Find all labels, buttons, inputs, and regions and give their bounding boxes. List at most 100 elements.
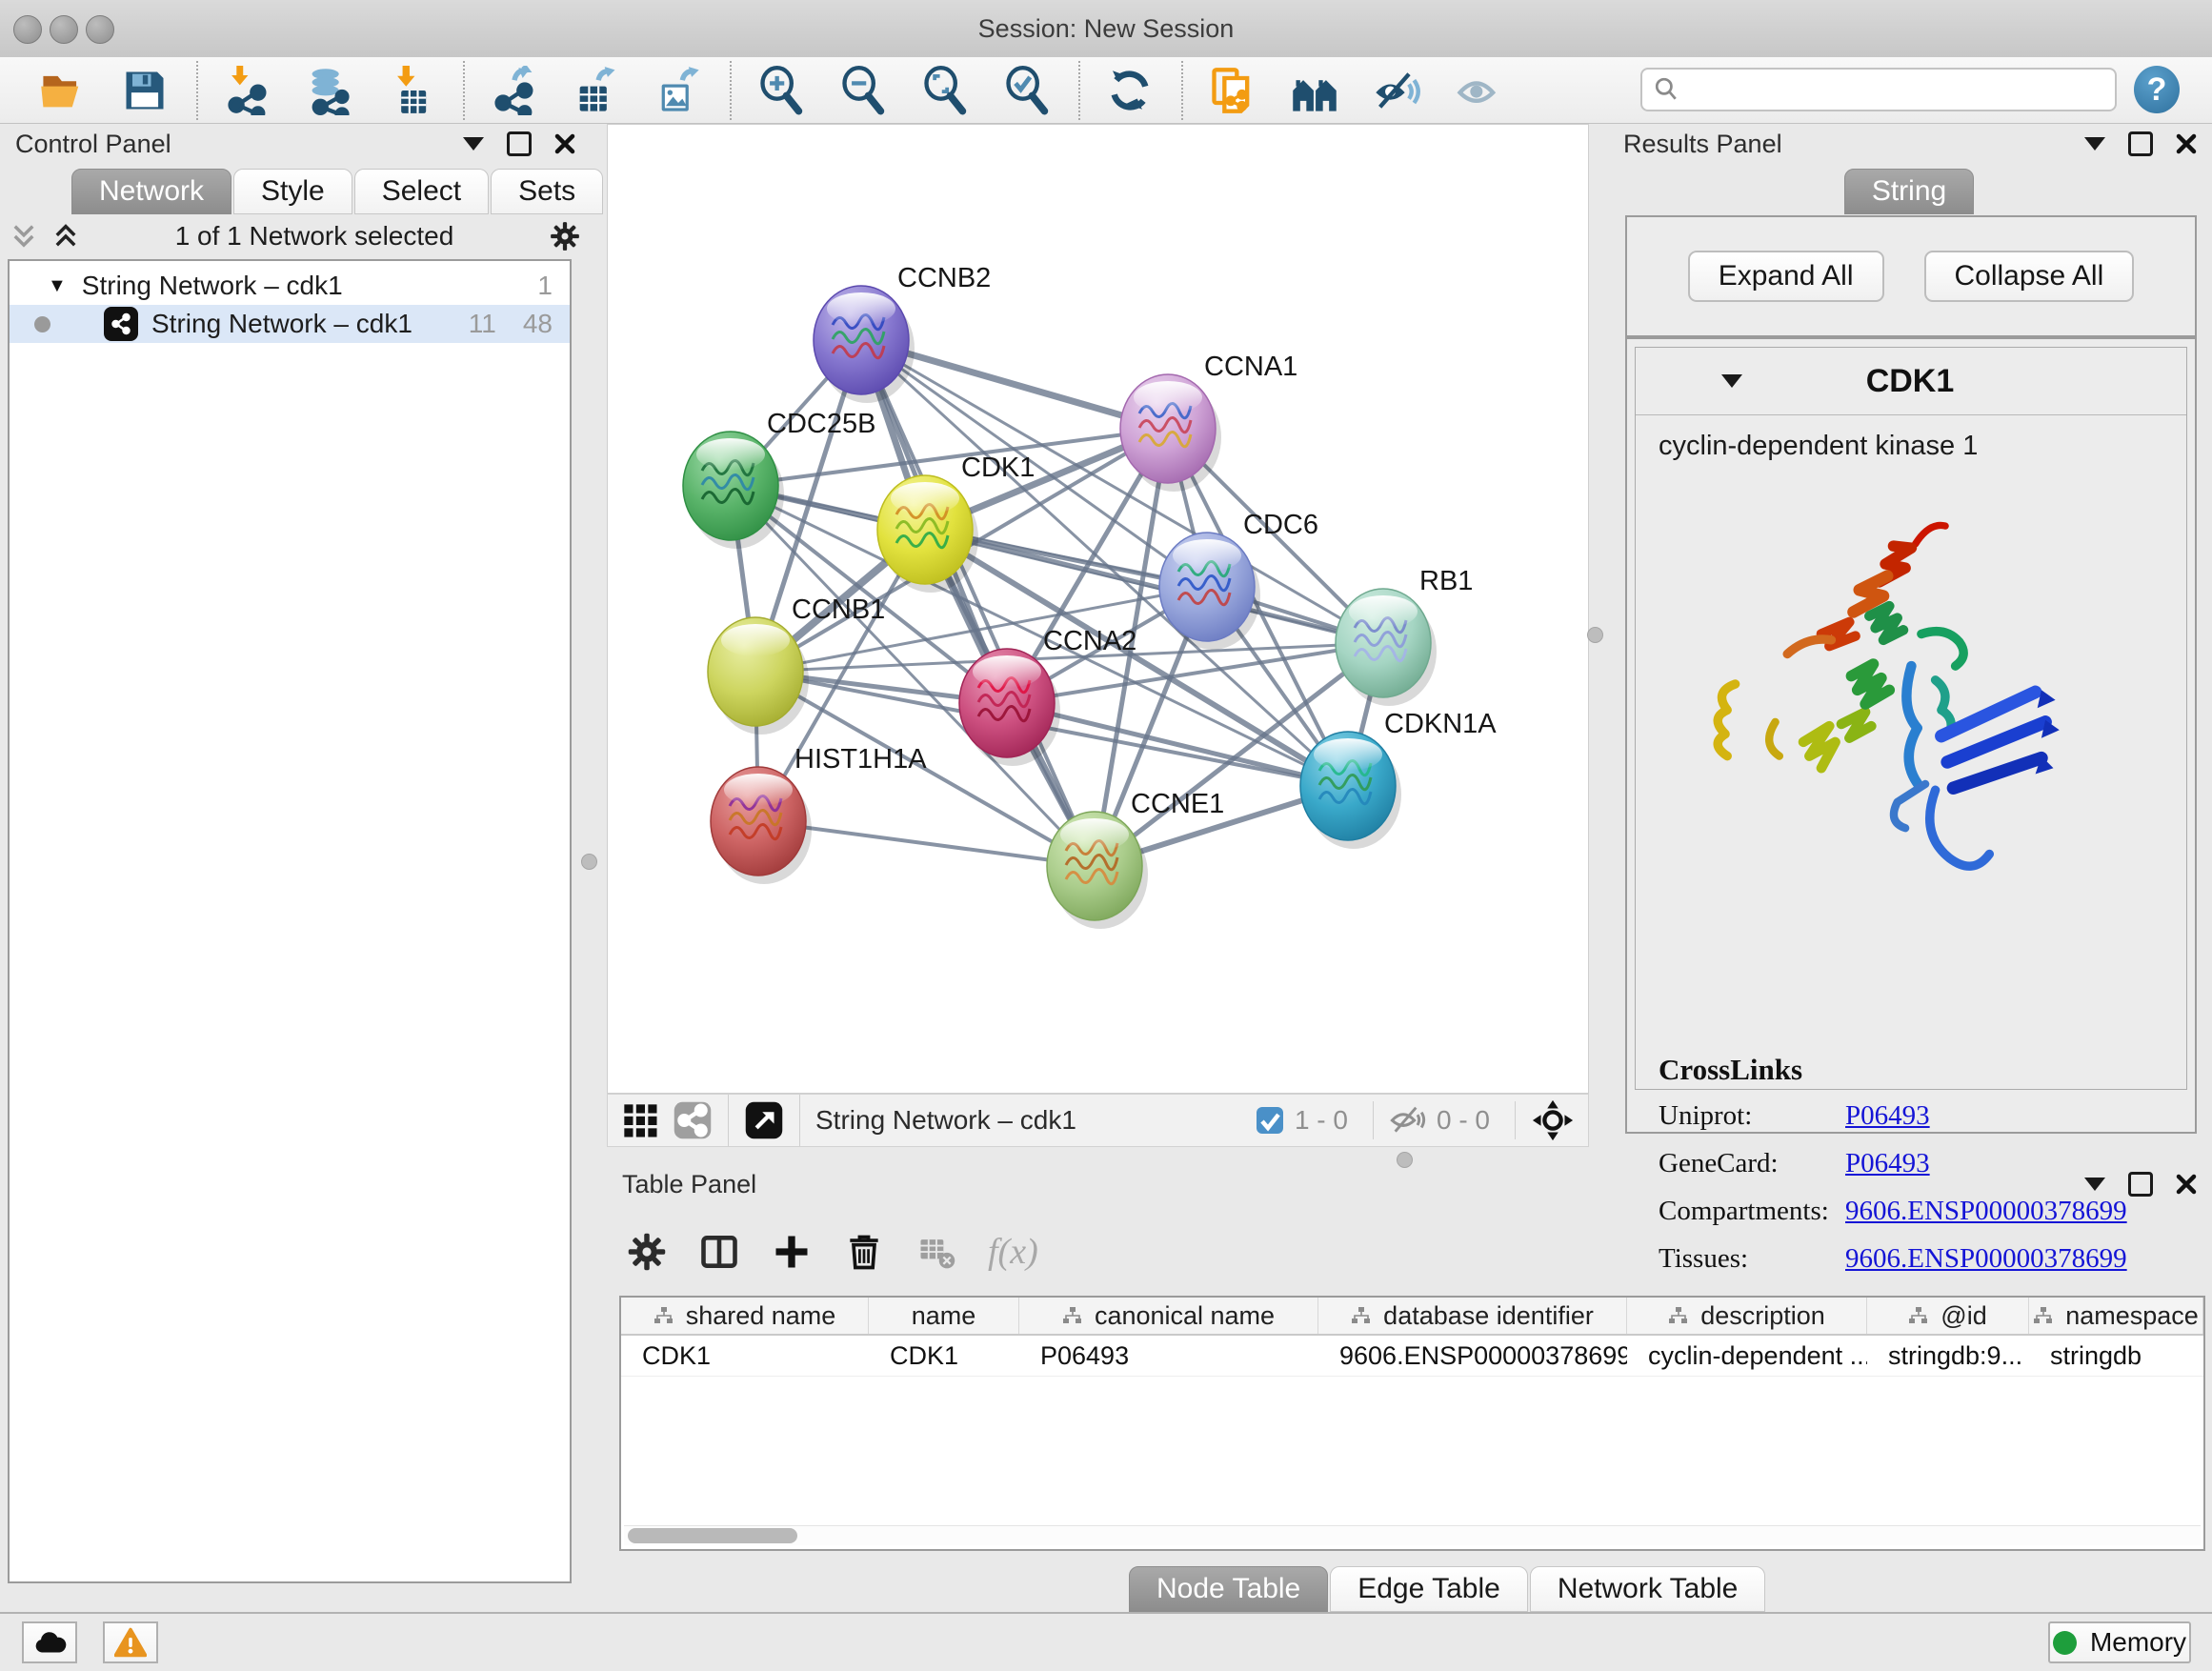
network-node-CCNB1[interactable]: CCNB1 — [708, 594, 885, 735]
table-options-gear-icon[interactable] — [626, 1231, 668, 1273]
zoom-in-icon[interactable] — [756, 66, 806, 115]
collapse-all-button[interactable]: Collapse All — [1924, 251, 2135, 302]
network-tree-root-row[interactable]: ▼ String Network – cdk1 1 — [10, 267, 570, 305]
table-cell[interactable]: stringdb — [2029, 1336, 2203, 1376]
save-session-icon[interactable] — [120, 66, 170, 115]
tab-style[interactable]: Style — [233, 169, 352, 214]
column-header-namespace[interactable]: namespace — [2029, 1298, 2203, 1334]
export-image-icon[interactable] — [654, 66, 703, 115]
import-table-icon[interactable] — [387, 66, 436, 115]
collapse-section-icon[interactable] — [1721, 374, 1742, 388]
cloud-status-button[interactable] — [22, 1621, 77, 1663]
search-input[interactable] — [1688, 74, 2115, 106]
network-tree-row-selected[interactable]: String Network – cdk1 11 48 — [10, 305, 570, 343]
import-network-from-database-icon[interactable] — [305, 66, 354, 115]
delete-table-icon — [915, 1231, 957, 1273]
tab-select[interactable]: Select — [354, 169, 489, 214]
refresh-icon[interactable] — [1105, 66, 1155, 115]
panel-close-icon[interactable] — [2176, 1174, 2197, 1195]
network-options-gear-icon[interactable] — [549, 220, 581, 252]
column-header-canonical-name[interactable]: canonical name — [1019, 1298, 1318, 1334]
search-field[interactable] — [1640, 68, 2117, 111]
hidden-count: 0 - 0 — [1437, 1105, 1490, 1136]
tab-network[interactable]: Network — [71, 169, 231, 214]
column-header-description[interactable]: description — [1627, 1298, 1867, 1334]
network-edge-CCNB2-CCNE1[interactable] — [861, 340, 1095, 866]
tab-edge-table[interactable]: Edge Table — [1330, 1566, 1528, 1612]
delete-column-icon[interactable] — [843, 1231, 885, 1273]
network-node-CDC25B[interactable]: CDC25B — [683, 409, 875, 549]
zoom-fit-icon[interactable] — [920, 66, 970, 115]
open-session-icon[interactable] — [38, 66, 88, 115]
network-node-CDC6[interactable]: CDC6 — [1159, 510, 1318, 650]
detach-view-icon[interactable] — [744, 1100, 784, 1140]
panel-float-icon[interactable] — [463, 137, 484, 151]
collapse-all-icon[interactable] — [10, 222, 38, 251]
scrollbar-thumb[interactable] — [628, 1528, 797, 1543]
show-all-icon[interactable] — [1454, 66, 1503, 115]
string-view-icon[interactable] — [673, 1100, 713, 1140]
panel-float-icon[interactable] — [2084, 1178, 2105, 1191]
table-cell[interactable]: cyclin-dependent ... — [1627, 1336, 1867, 1376]
selected-checkbox-icon[interactable] — [1255, 1105, 1285, 1136]
panel-close-icon[interactable] — [554, 133, 575, 154]
crosslink-link[interactable]: P06493 — [1845, 1100, 1930, 1132]
help-button[interactable]: ? — [2134, 66, 2180, 113]
toolbar-separator — [1078, 61, 1080, 120]
panel-float-icon[interactable] — [2084, 137, 2105, 151]
zoom-selected-icon[interactable] — [1002, 66, 1052, 115]
table-cell[interactable]: stringdb:9... — [1867, 1336, 2029, 1376]
table-horizontal-scrollbar[interactable] — [624, 1525, 2201, 1545]
table-row[interactable]: CDK1CDK1P064939606.ENSP00000378699cyclin… — [621, 1336, 2203, 1377]
panel-close-icon[interactable] — [2176, 133, 2197, 154]
table-cell[interactable]: P06493 — [1019, 1336, 1318, 1376]
create-column-icon[interactable] — [771, 1231, 813, 1273]
column-header-name[interactable]: name — [869, 1298, 1019, 1334]
panel-maximize-icon[interactable] — [507, 131, 532, 156]
network-canvas[interactable]: CCNB2CCNA1CDC25BCDK1CDC6RB1CCNB1CCNA2CDK… — [607, 124, 1589, 1094]
network-node-CDKN1A[interactable]: CDKN1A — [1300, 709, 1497, 849]
column-header-database-identifier[interactable]: database identifier — [1318, 1298, 1627, 1334]
protein-card-header[interactable]: CDK1 — [1636, 348, 2186, 415]
network-selection-summary: 1 of 1 Network selected — [80, 221, 549, 252]
column-header-@id[interactable]: @id — [1867, 1298, 2029, 1334]
tab-node-table[interactable]: Node Table — [1129, 1566, 1328, 1612]
clone-network-icon[interactable] — [1208, 66, 1257, 115]
tab-sets[interactable]: Sets — [491, 169, 603, 214]
panel-maximize-icon[interactable] — [2128, 1172, 2153, 1197]
tree-expander-icon[interactable]: ▼ — [48, 275, 67, 297]
warning-icon — [114, 1627, 147, 1658]
show-columns-icon[interactable] — [698, 1231, 740, 1273]
node-table[interactable]: shared namenamecanonical namedatabase id… — [619, 1296, 2205, 1551]
column-header-shared-name[interactable]: shared name — [621, 1298, 869, 1334]
warning-status-button[interactable] — [103, 1621, 158, 1663]
import-network-icon[interactable] — [223, 66, 272, 115]
export-network-icon[interactable] — [490, 66, 539, 115]
network-node-CCNE1[interactable]: CCNE1 — [1047, 789, 1224, 929]
hide-selected-icon[interactable] — [1372, 66, 1421, 115]
table-cell[interactable]: CDK1 — [621, 1336, 869, 1376]
network-node-CCNB2[interactable]: CCNB2 — [814, 263, 991, 403]
zoom-out-icon[interactable] — [838, 66, 888, 115]
left-splitter-handle[interactable] — [581, 854, 597, 870]
first-neighbors-icon[interactable] — [1290, 66, 1339, 115]
network-node-HIST1H1A[interactable]: HIST1H1A — [711, 744, 927, 884]
table-cell[interactable]: 9606.ENSP00000378699 — [1318, 1336, 1627, 1376]
memory-button[interactable]: Memory — [2048, 1621, 2191, 1663]
table-toolbar: f(x) — [626, 1221, 1038, 1282]
network-node-RB1[interactable]: RB1 — [1336, 566, 1473, 706]
right-splitter-handle[interactable] — [1587, 627, 1603, 643]
tab-network-table[interactable]: Network Table — [1530, 1566, 1766, 1612]
export-table-icon[interactable] — [572, 66, 621, 115]
crosslink-row: Uniprot:P06493 — [1659, 1100, 2127, 1132]
grid-view-icon[interactable] — [621, 1101, 659, 1139]
network-node-CCNA1[interactable]: CCNA1 — [1120, 352, 1297, 492]
tab-string[interactable]: String — [1844, 169, 1974, 214]
expand-all-button[interactable]: Expand All — [1688, 251, 1884, 302]
expand-all-icon[interactable] — [51, 222, 80, 251]
network-column-icon — [2033, 1306, 2054, 1325]
panel-maximize-icon[interactable] — [2128, 131, 2153, 156]
birdseye-crosshair-icon[interactable] — [1531, 1098, 1575, 1142]
table-cell[interactable]: CDK1 — [869, 1336, 1019, 1376]
network-graph[interactable]: CCNB2CCNA1CDC25BCDK1CDC6RB1CCNB1CCNA2CDK… — [608, 125, 1588, 1093]
